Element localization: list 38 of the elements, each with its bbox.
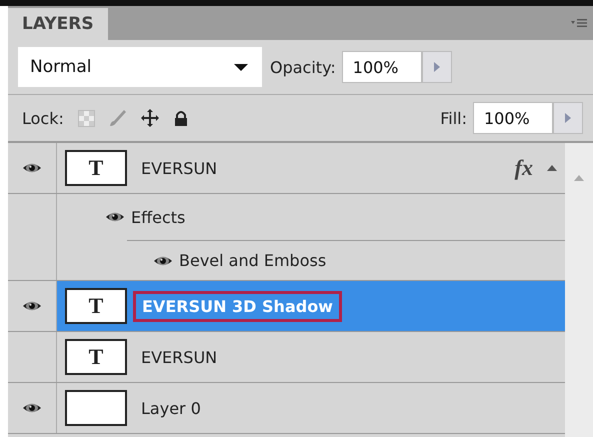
eye-icon[interactable] xyxy=(105,210,125,224)
fx-label: fx xyxy=(514,155,533,181)
play-icon[interactable] xyxy=(434,62,440,72)
lock-label: Lock: xyxy=(22,108,64,128)
layers-tab[interactable]: LAYERS xyxy=(8,8,108,40)
visibility-toggle[interactable] xyxy=(8,281,57,331)
layer-thumbnail: T xyxy=(65,288,127,324)
fill-label: Fill: xyxy=(440,108,467,128)
opacity-slider-button[interactable] xyxy=(422,51,452,83)
expand-toggle-icon[interactable] xyxy=(547,165,557,171)
layer-name: EVERSUN xyxy=(141,348,218,366)
brush-icon[interactable] xyxy=(108,109,127,127)
play-icon[interactable] xyxy=(565,113,571,123)
effects-label: Effects xyxy=(131,208,186,226)
dropdown-arrow-icon[interactable] xyxy=(234,64,248,70)
layer-name: EVERSUN xyxy=(141,158,218,178)
layer-row[interactable]: T EVERSUN fx xyxy=(8,143,565,194)
eye-icon xyxy=(22,161,42,175)
effect-name[interactable]: Bevel and Emboss xyxy=(179,251,326,270)
opacity-label: Opacity: xyxy=(270,58,336,76)
eye-icon xyxy=(22,401,42,415)
layer-row[interactable]: T EVERSUN xyxy=(8,332,565,383)
opacity-field[interactable]: 100% xyxy=(342,51,422,83)
lock-icon[interactable] xyxy=(172,110,189,126)
layer-row[interactable]: T EVERSUN 3D Shadow xyxy=(8,281,565,332)
layer-thumbnail: T xyxy=(65,339,127,375)
scroll-up-icon[interactable] xyxy=(574,175,584,181)
lock-transparency-icon[interactable] xyxy=(78,110,95,126)
layer-name: Layer 0 xyxy=(141,398,201,418)
eye-icon xyxy=(22,299,42,313)
fill-slider-button[interactable] xyxy=(553,102,583,134)
blend-mode-dropdown[interactable]: Normal xyxy=(18,47,262,87)
fill-field[interactable]: 100% xyxy=(473,102,553,134)
layer-thumbnail: T xyxy=(65,150,127,186)
panel-menu-icon[interactable] xyxy=(571,18,587,28)
layer-row[interactable]: Layer 0 xyxy=(8,383,565,434)
layer-thumbnail xyxy=(65,390,127,426)
move-icon[interactable] xyxy=(140,109,159,127)
